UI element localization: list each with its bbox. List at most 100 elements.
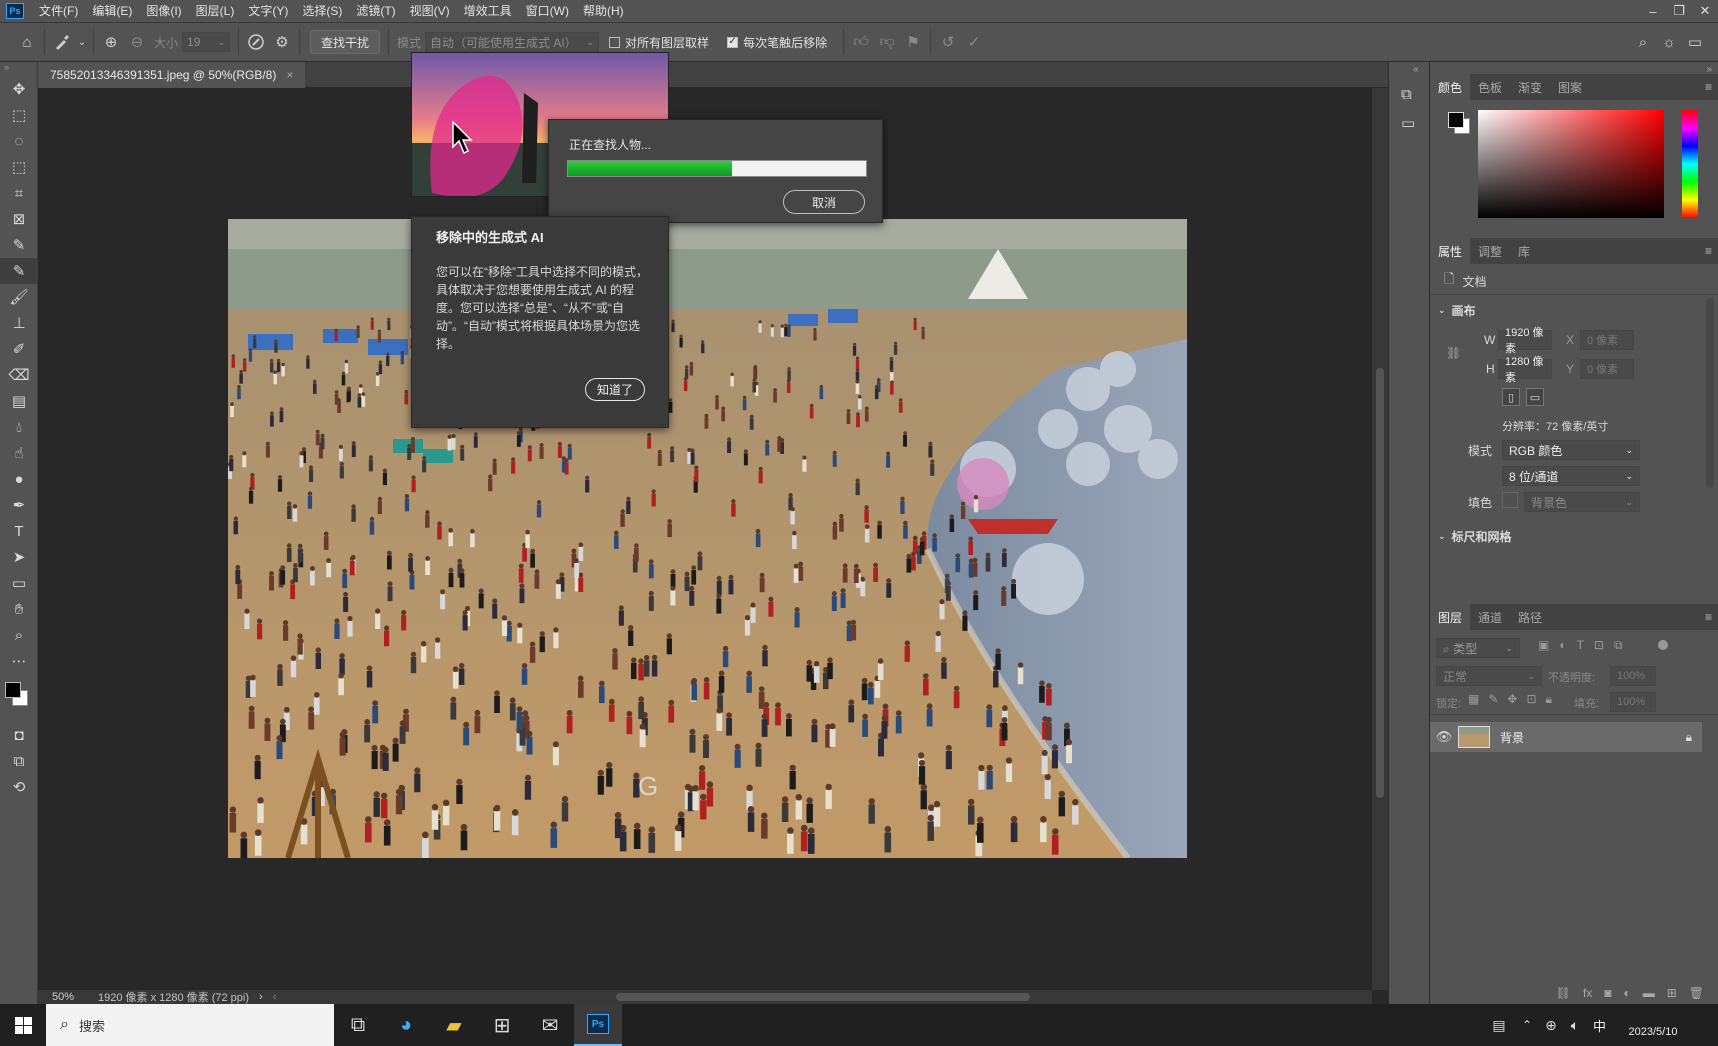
- cancel-button[interactable]: 取消: [783, 190, 865, 214]
- history-brush-tool-icon[interactable]: ✐: [0, 336, 38, 362]
- y-field[interactable]: 0 像素: [1580, 359, 1634, 379]
- brush-tool-icon[interactable]: 🖌︎: [0, 284, 38, 310]
- news-widget-icon[interactable]: ▤: [1483, 1004, 1515, 1046]
- properties-scroll-thumb[interactable]: [1706, 298, 1714, 488]
- menu-item[interactable]: 选择(S): [295, 0, 349, 22]
- gradient-tool-icon[interactable]: ▤: [0, 388, 38, 414]
- lock-icons[interactable]: ▦✎✥⊡🔒︎: [1468, 692, 1561, 707]
- color-mode-select[interactable]: RGB 颜色 ⌄: [1502, 440, 1640, 460]
- microsoft-store-icon[interactable]: ⊞: [478, 1004, 526, 1046]
- chevron-down-icon[interactable]: ⌄: [75, 29, 89, 55]
- minimize-icon[interactable]: –: [1640, 0, 1666, 22]
- x-field[interactable]: 0 像素: [1580, 330, 1634, 350]
- taskbar-search-box[interactable]: ⌕ 搜索: [46, 1004, 334, 1046]
- move-tool-icon[interactable]: ✥: [0, 76, 38, 102]
- menu-item[interactable]: 视图(V): [403, 0, 457, 22]
- rectangle-tool-icon[interactable]: ▭: [0, 570, 38, 596]
- new-group-icon[interactable]: ▬: [1643, 986, 1655, 1000]
- comments-panel-icon[interactable]: ▭: [1401, 114, 1415, 132]
- blend-mode-select[interactable]: 正常 ⌄: [1436, 666, 1542, 686]
- remove-tool-icon[interactable]: ✎: [0, 258, 38, 284]
- screen-mode-icon[interactable]: ⧉: [0, 748, 38, 774]
- network-icon[interactable]: ⊕: [1539, 1004, 1563, 1046]
- menu-item[interactable]: 滤镜(T): [349, 0, 402, 22]
- color-swatches[interactable]: [0, 674, 37, 722]
- marquee-tool-icon[interactable]: ⬚: [0, 102, 38, 128]
- eyedropper-tool-icon[interactable]: ✎: [0, 232, 38, 258]
- height-field[interactable]: 1280 像素: [1498, 356, 1552, 384]
- search-icon[interactable]: ⌕: [1630, 29, 1656, 55]
- quick-mask-icon[interactable]: ◘: [0, 722, 38, 748]
- menu-item[interactable]: 增效工具: [457, 0, 519, 22]
- crop-tool-icon[interactable]: ⌗: [0, 180, 38, 206]
- smudge-tool-icon[interactable]: ☝︎: [0, 440, 38, 466]
- tab-color-3[interactable]: 图案: [1550, 74, 1590, 100]
- menu-item[interactable]: 文字(Y): [241, 0, 295, 22]
- close-window-icon[interactable]: ✕: [1692, 0, 1718, 22]
- eraser-tool-icon[interactable]: ⌫: [0, 362, 38, 388]
- panel-menu-icon[interactable]: ≡: [1705, 80, 1712, 94]
- document-tab[interactable]: 75852013346391351.jpeg @ 50%(RGB/8) ×: [38, 62, 306, 88]
- layer-filter-select[interactable]: ⌕ 类型 ⌄: [1436, 638, 1520, 658]
- layer-row[interactable]: 👁︎ 背景 🔒︎: [1430, 722, 1702, 752]
- menu-item[interactable]: 图层(L): [189, 0, 242, 22]
- eye-visibility-icon[interactable]: 👁︎: [1430, 729, 1458, 745]
- chevron-left-icon[interactable]: ‹: [273, 991, 277, 1003]
- width-field[interactable]: 1920 像素: [1498, 327, 1552, 355]
- got-it-button[interactable]: 知道了: [585, 378, 645, 401]
- rulers-section-header[interactable]: ⌄ 标尺和网格: [1438, 528, 1512, 545]
- hue-slider[interactable]: [1682, 110, 1698, 218]
- object-select-tool-icon[interactable]: ⬚: [0, 154, 38, 180]
- tab-color-2[interactable]: 渐变: [1510, 74, 1550, 100]
- discover-icon[interactable]: ☼: [1656, 29, 1682, 55]
- more-tools-icon[interactable]: ⋯: [0, 648, 38, 674]
- lasso-tool-icon[interactable]: ◌: [0, 128, 38, 154]
- windows-start-icon[interactable]: [0, 1004, 46, 1046]
- chevron-right-icon[interactable]: ›: [259, 991, 263, 1003]
- bit-depth-select[interactable]: 8 位/通道 ⌄: [1502, 466, 1640, 486]
- path-select-tool-icon[interactable]: ➤: [0, 544, 38, 570]
- menu-item[interactable]: 图像(I): [139, 0, 188, 22]
- vertical-scroll-thumb[interactable]: [1376, 368, 1384, 798]
- landscape-orientation-icon[interactable]: ▭: [1526, 388, 1544, 406]
- adjustment-layer-icon[interactable]: ◐: [1623, 986, 1630, 1000]
- fill-swatch[interactable]: [1502, 492, 1518, 508]
- layer-fx-icon[interactable]: fx: [1583, 986, 1592, 1000]
- find-distractions-button[interactable]: 查找干扰: [310, 30, 381, 54]
- close-tab-icon[interactable]: ×: [286, 68, 293, 82]
- tab-layers-2[interactable]: 路径: [1510, 604, 1550, 630]
- layer-filter-icons[interactable]: ▣◐T⊡⧉: [1538, 638, 1633, 653]
- dodge-tool-icon[interactable]: ●: [0, 466, 38, 492]
- collapse-panels-icon[interactable]: «: [1413, 64, 1419, 75]
- color-field[interactable]: [1478, 110, 1664, 218]
- stamp-tool-icon[interactable]: ⊥: [0, 310, 38, 336]
- collapse-icon[interactable]: »: [0, 62, 37, 76]
- remove-tool-icon[interactable]: [49, 29, 75, 55]
- brush-subtract-icon[interactable]: ⊖: [124, 29, 150, 55]
- restore-icon[interactable]: ❐: [1666, 0, 1692, 22]
- ime-indicator[interactable]: 中: [1593, 1016, 1606, 1035]
- photoshop-taskbar-icon[interactable]: Ps: [574, 1004, 622, 1046]
- opacity-field[interactable]: 100%: [1610, 666, 1656, 686]
- tab-properties-0[interactable]: 属性: [1430, 238, 1471, 264]
- clock[interactable]: 2023/5/10: [1618, 1011, 1688, 1039]
- thumbs-up-icon[interactable]: 👍︎: [848, 29, 874, 55]
- hand-tool-icon[interactable]: ✋︎: [0, 596, 38, 622]
- extras-icon[interactable]: ⟲: [0, 774, 38, 800]
- panel-menu-icon[interactable]: ≡: [1705, 244, 1712, 258]
- panel-menu-icon[interactable]: ≡: [1705, 610, 1712, 624]
- undo-icon[interactable]: ↺: [935, 29, 961, 55]
- add-mask-icon[interactable]: ◙: [1604, 986, 1611, 1000]
- tab-layers-1[interactable]: 通道: [1470, 604, 1510, 630]
- menu-item[interactable]: 帮助(H): [576, 0, 631, 22]
- pen-tool-icon[interactable]: ✒: [0, 492, 38, 518]
- pressure-size-icon[interactable]: [243, 29, 269, 55]
- vertical-scrollbar[interactable]: [1372, 88, 1388, 990]
- file-explorer-icon[interactable]: ▰: [430, 1004, 478, 1046]
- size-field[interactable]: 19 ⌄: [182, 32, 231, 52]
- commit-check-icon[interactable]: ✓: [961, 29, 987, 55]
- portrait-orientation-icon[interactable]: ▯: [1502, 388, 1520, 406]
- tab-properties-1[interactable]: 调整: [1470, 238, 1510, 264]
- fill-select[interactable]: 背景色 ⌄: [1524, 492, 1640, 512]
- flag-icon[interactable]: ⚑: [900, 29, 926, 55]
